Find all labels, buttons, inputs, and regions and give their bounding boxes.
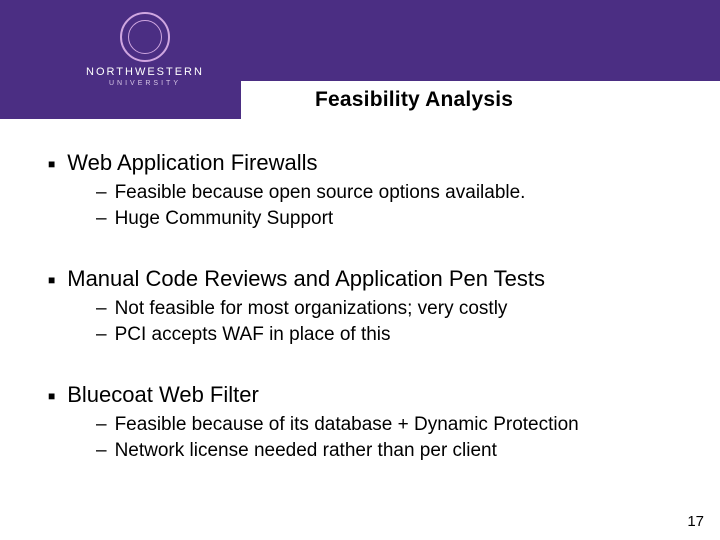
subbullet-1-1: – Feasible because open source options a… [96, 182, 688, 204]
subbullet-text: Huge Community Support [115, 208, 334, 230]
square-bullet-icon: ■ [48, 389, 55, 403]
dash-bullet-icon: – [96, 440, 107, 462]
bullet-1: ■ Web Application Firewalls [48, 150, 688, 176]
bullet-text: Web Application Firewalls [67, 150, 317, 176]
subbullet-2-2: – PCI accepts WAF in place of this [96, 324, 688, 346]
dash-bullet-icon: – [96, 182, 107, 204]
bullet-text: Bluecoat Web Filter [67, 382, 259, 408]
dash-bullet-icon: – [96, 208, 107, 230]
slide: NORTHWESTERN UNIVERSITY Feasibility Anal… [0, 0, 720, 540]
subbullet-text: Not feasible for most organizations; ver… [115, 298, 508, 320]
header: NORTHWESTERN UNIVERSITY Feasibility Anal… [0, 0, 720, 122]
subbullet-3-1: – Feasible because of its database + Dyn… [96, 414, 688, 436]
university-seal-icon [120, 12, 170, 62]
subbullet-2-1: – Not feasible for most organizations; v… [96, 298, 688, 320]
square-bullet-icon: ■ [48, 157, 55, 171]
subbullet-3-2: – Network license needed rather than per… [96, 440, 688, 462]
bullet-2: ■ Manual Code Reviews and Application Pe… [48, 266, 688, 292]
bullet-text: Manual Code Reviews and Application Pen … [67, 266, 545, 292]
bullet-3: ■ Bluecoat Web Filter [48, 382, 688, 408]
slide-title: Feasibility Analysis [315, 88, 513, 112]
content-body: ■ Web Application Firewalls – Feasible b… [48, 140, 688, 466]
subbullet-1-2: – Huge Community Support [96, 208, 688, 230]
square-bullet-icon: ■ [48, 273, 55, 287]
dash-bullet-icon: – [96, 298, 107, 320]
dash-bullet-icon: – [96, 324, 107, 346]
subbullet-text: PCI accepts WAF in place of this [115, 324, 391, 346]
subbullet-text: Feasible because of its database + Dynam… [115, 414, 579, 436]
subbullet-text: Network license needed rather than per c… [115, 440, 497, 462]
dash-bullet-icon: – [96, 414, 107, 436]
brand-wordmark: NORTHWESTERN [70, 66, 220, 78]
brand-logo: NORTHWESTERN UNIVERSITY [70, 12, 220, 87]
brand-subtext: UNIVERSITY [70, 80, 220, 87]
page-number: 17 [687, 513, 704, 530]
subbullet-text: Feasible because open source options ava… [115, 182, 526, 204]
